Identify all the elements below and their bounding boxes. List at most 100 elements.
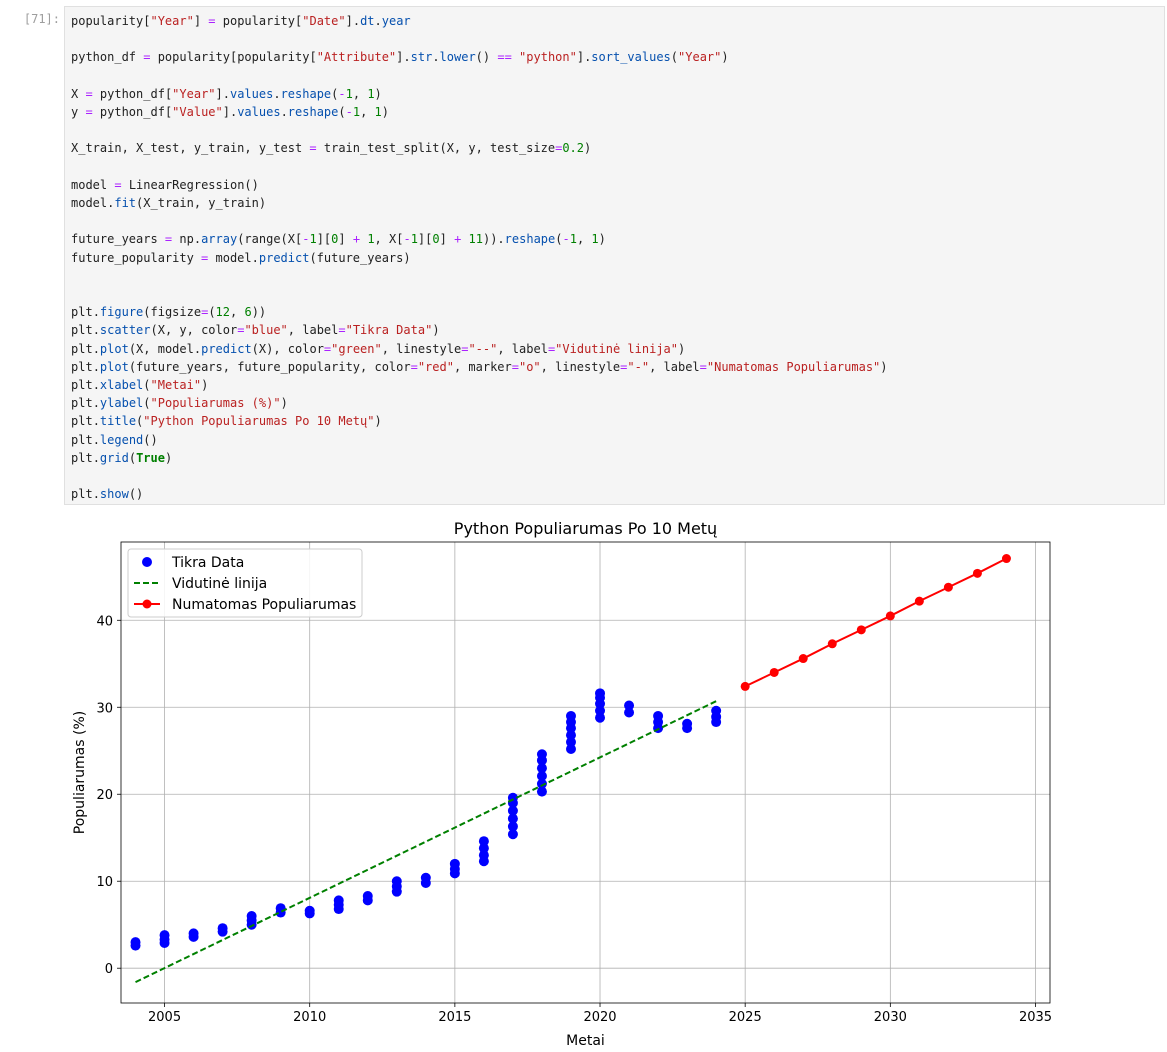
code-token: 1 — [345, 86, 353, 101]
code-token: predict — [258, 250, 310, 265]
code-token: . — [251, 250, 259, 265]
code-token: 0 — [432, 232, 440, 247]
code-token: "red" — [417, 359, 454, 374]
code-token: "Value" — [172, 105, 223, 120]
code-line: plt.title("Python Populiarumas Po 10 Met… — [71, 412, 888, 430]
code-token: ylabel — [99, 396, 144, 411]
code-token: ) — [584, 141, 592, 156]
scatter-point — [391, 876, 402, 887]
forecast-point — [827, 639, 837, 649]
code-token: 11 — [468, 232, 483, 247]
code-token: (future_years) — [309, 250, 411, 265]
code-token: () — [475, 50, 498, 65]
code-token: , label — [649, 359, 700, 374]
code-token: ( — [128, 450, 137, 465]
code-token: . — [92, 487, 100, 502]
code-line: plt.ylabel("Populiarumas (%)") — [71, 394, 888, 412]
code-token: ]. — [345, 14, 361, 28]
code-line: plt.plot(future_years, future_popularity… — [71, 358, 888, 376]
code-token: array — [201, 232, 238, 247]
code-token: lower — [439, 50, 476, 65]
code-token: , label — [497, 341, 548, 356]
code-token: ) — [280, 396, 288, 411]
scatter-point — [478, 836, 489, 847]
code-token: show — [99, 487, 129, 502]
code-token: . — [92, 450, 100, 465]
code-token: X_train, X_test, y_train, y_test — [71, 141, 310, 156]
code-token: = — [338, 323, 346, 338]
legend-label: Tikra Data — [171, 555, 244, 571]
code-line: plt.grid(True) — [71, 449, 888, 467]
x-tick-label: 2030 — [874, 1010, 907, 1025]
code-token: , — [352, 86, 368, 101]
code-token: - — [562, 232, 570, 247]
code-token: = — [208, 14, 216, 28]
x-tick-label: 2025 — [729, 1010, 762, 1025]
y-tick-label: 40 — [96, 614, 113, 629]
code-cell[interactable]: popularity["Year"] = popularity["Date"].… — [64, 6, 1165, 505]
code-token: plt — [71, 341, 93, 356]
code-token: . — [374, 14, 382, 28]
code-token: 6 — [244, 305, 252, 320]
code-line: model.fit(X_train, y_train) — [71, 194, 888, 212]
code-token: . — [92, 359, 100, 374]
code-token: ( — [670, 50, 679, 65]
code-line: plt.figure(figsize=(12, 6)) — [71, 303, 888, 321]
code-token: fit — [114, 196, 137, 211]
code-token: ]. — [222, 105, 238, 120]
code-token: plot — [99, 359, 129, 374]
code-line: model = LinearRegression() — [71, 176, 888, 194]
code-token: plt — [71, 487, 93, 502]
code-token: . — [92, 323, 100, 338]
code-token: grid — [99, 450, 129, 465]
code-token: title — [99, 414, 137, 429]
scatter-point — [449, 858, 460, 869]
code-token: "Year" — [678, 50, 722, 65]
code-token: reshape — [504, 232, 556, 247]
code-token: ][ — [316, 232, 332, 247]
code-token: = — [114, 177, 122, 192]
code-token: , — [360, 105, 375, 120]
code-token: () — [128, 487, 144, 502]
code-token: , linestyle — [540, 359, 621, 374]
code-token: popularity — [215, 14, 296, 28]
code-editor[interactable]: popularity["Year"] = popularity["Date"].… — [71, 12, 888, 503]
code-token: plt — [71, 378, 93, 393]
code-token: = — [699, 359, 707, 374]
code-token: "-" — [627, 359, 650, 374]
code-token: ( — [208, 305, 216, 320]
code-line: y = python_df["Value"].values.reshape(-1… — [71, 103, 888, 121]
code-token: . — [193, 341, 202, 356]
code-token: np — [172, 232, 194, 247]
legend-label: Numatomas Populiarumas — [172, 597, 356, 613]
legend-marker-dot — [142, 599, 152, 609]
forecast-line — [744, 557, 1007, 688]
y-tick-label: 20 — [96, 788, 113, 803]
code-token: values — [237, 105, 281, 120]
code-token: ) — [880, 359, 888, 374]
legend-label: Vidutinė linija — [172, 576, 267, 592]
code-token: , — [576, 232, 592, 247]
code-token: 1 — [374, 105, 382, 120]
code-token: ) — [598, 232, 606, 247]
code-token: ) — [432, 323, 440, 338]
forecast-point — [798, 654, 808, 664]
forecast-point — [1001, 554, 1011, 564]
code-line: plt.plot(X, model.predict(X), color="gre… — [71, 340, 888, 358]
code-token: , label — [287, 323, 339, 338]
x-tick-label: 2005 — [148, 1010, 181, 1025]
code-token: reshape — [287, 105, 339, 120]
code-token: "python" — [519, 50, 577, 65]
code-token: (range(X[ — [237, 232, 303, 247]
code-token: plt — [71, 450, 93, 465]
code-token: "blue" — [244, 323, 288, 338]
code-token: ( — [143, 396, 151, 411]
code-token: "Vidutinė linija" — [555, 341, 678, 356]
code-token: [ — [309, 50, 317, 65]
code-token: ( — [143, 378, 151, 393]
forecast-point — [914, 596, 924, 606]
